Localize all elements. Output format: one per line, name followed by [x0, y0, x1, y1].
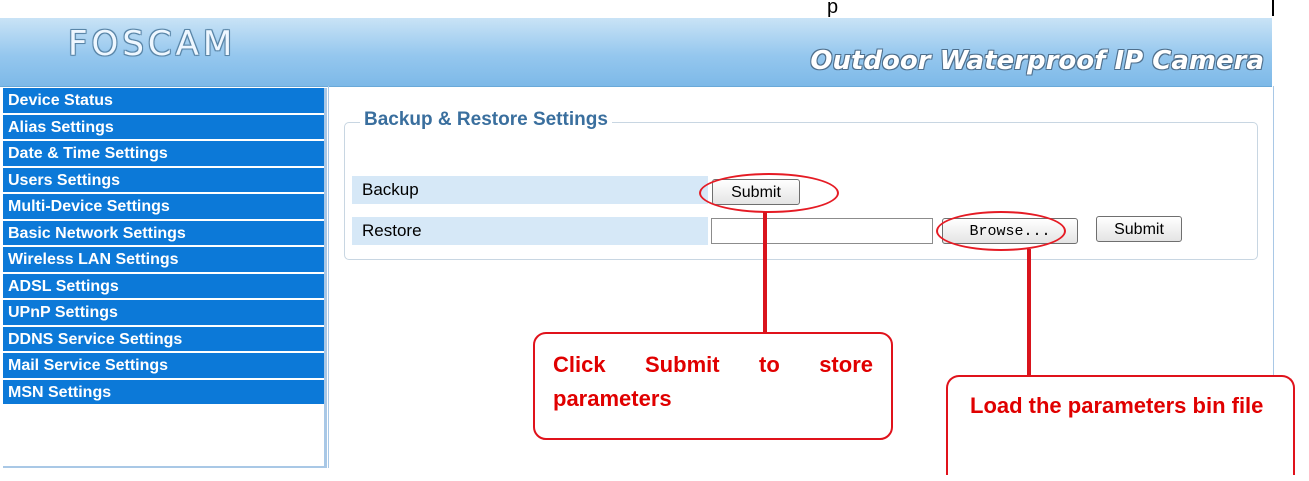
- callout-load-note: Load the parameters bin file: [946, 375, 1295, 475]
- sidebar-item-msn-settings[interactable]: MSN Settings: [3, 379, 324, 404]
- highlight-ellipse-submit: [699, 173, 839, 213]
- sidebar-item-multi-device-settings[interactable]: Multi-Device Settings: [3, 194, 324, 219]
- sidebar-menu: Device Status Alias Settings Date & Time…: [3, 88, 327, 468]
- sidebar-item-ddns-service-settings[interactable]: DDNS Service Settings: [3, 326, 324, 351]
- callout-submit-note: Click Submit to store parameters: [533, 332, 893, 440]
- restore-file-field[interactable]: [711, 218, 933, 244]
- highlight-ellipse-browse: [936, 211, 1066, 251]
- sidebar-item-upnp-settings[interactable]: UPnP Settings: [3, 300, 324, 325]
- top-cutoff-glyph: p: [827, 0, 839, 18]
- restore-submit-button[interactable]: Submit: [1096, 216, 1182, 242]
- restore-label: Restore: [352, 217, 708, 245]
- brand-logo: FOSCAM: [68, 24, 237, 64]
- sidebar-item-date-time-settings[interactable]: Date & Time Settings: [3, 141, 324, 166]
- product-tagline: Outdoor Waterproof IP Camera: [810, 46, 1264, 76]
- top-divider: [1272, 0, 1274, 16]
- sidebar-item-adsl-settings[interactable]: ADSL Settings: [3, 273, 324, 298]
- header-banner: FOSCAM Outdoor Waterproof IP Camera: [0, 18, 1272, 87]
- section-title: Backup & Restore Settings: [360, 109, 612, 131]
- sidebar-item-wireless-lan-settings[interactable]: Wireless LAN Settings: [3, 247, 324, 272]
- pointer-line-browse: [1027, 249, 1031, 375]
- sidebar-item-users-settings[interactable]: Users Settings: [3, 167, 324, 192]
- sidebar-item-device-status[interactable]: Device Status: [3, 88, 324, 113]
- sidebar-item-mail-service-settings[interactable]: Mail Service Settings: [3, 353, 324, 378]
- backup-label: Backup: [352, 176, 708, 204]
- sidebar-item-basic-network-settings[interactable]: Basic Network Settings: [3, 220, 324, 245]
- pointer-line-submit: [763, 212, 767, 332]
- sidebar-item-alias-settings[interactable]: Alias Settings: [3, 114, 324, 139]
